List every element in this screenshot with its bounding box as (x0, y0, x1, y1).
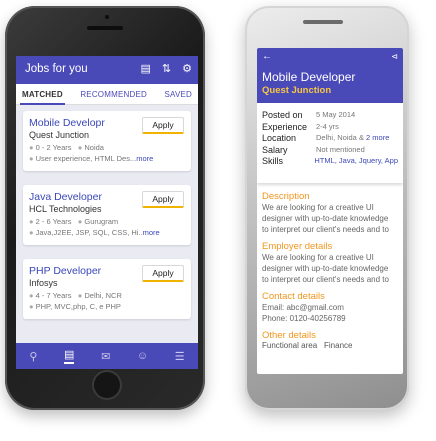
page-title: Jobs for you (25, 63, 88, 75)
iphone-device: Jobs for you ▤ ⇅ ⚙ MATCHED RECOMMENDED S… (5, 6, 205, 410)
contact-phone[interactable]: Phone: 0120-40256789 (262, 313, 398, 324)
info-value: Not mentioned (316, 144, 365, 154)
jobs-list-screen: Jobs for you ▤ ⇅ ⚙ MATCHED RECOMMENDED S… (16, 56, 198, 369)
android-device: ← ⊲ Mobile Developer Quest Junction Post… (245, 6, 409, 410)
job-list: Mobile Developr Quest Junction ● 0 - 2 Y… (16, 105, 198, 319)
job-summary: Posted on 5 May 2014 Experience 2-4 yrs … (257, 103, 403, 183)
home-button[interactable] (92, 370, 122, 400)
mail-icon[interactable]: ✉ (101, 350, 110, 363)
experience-icon: ● (29, 143, 34, 152)
description-line: to interpret our client's needs and to (262, 225, 389, 234)
bell-settings-icon[interactable]: ⚙ (182, 62, 192, 76)
info-row-posted: Posted on 5 May 2014 (262, 110, 398, 122)
company-name: Quest Junction (262, 85, 332, 96)
info-value: 2-4 yrs (316, 121, 339, 131)
info-value: Delhi, Noida & 2 more (316, 133, 389, 145)
info-key: Location (262, 133, 297, 143)
skills-links[interactable]: HTML, Java, Jquery, App (314, 156, 398, 165)
apply-button[interactable]: Apply (142, 265, 184, 282)
bottom-nav: ⚲ ▤ ✉ ☺ ☰ (16, 343, 198, 369)
job-meta: ● 2 - 6 Years ● Gurugram (29, 217, 185, 226)
job-location: Delhi, NCR (84, 291, 122, 300)
contact-email[interactable]: Email: abc@gmail.com (262, 302, 398, 313)
job-skills-row: ● PHP, MVC,php, C, e PHP (29, 302, 185, 311)
back-arrow-icon[interactable]: ← (262, 51, 272, 62)
job-card[interactable]: PHP Developer Infosys ● 4 - 7 Years ● De… (23, 259, 191, 319)
employer-title: Employer details (262, 241, 333, 252)
info-value: 5 May 2014 (316, 110, 356, 119)
functional-area-value: Finance (324, 341, 353, 350)
info-row-experience: Experience 2-4 yrs (262, 122, 398, 134)
job-experience: 0 - 2 Years (35, 143, 72, 152)
employer-line: to interpret our client's needs and to (262, 275, 389, 284)
location-icon: ● (77, 217, 83, 226)
info-key: Salary (262, 144, 288, 155)
other-title: Other details (262, 330, 316, 341)
job-title: Mobile Developer (262, 70, 356, 84)
job-location: Gurugram (84, 217, 119, 226)
contact-title: Contact details (262, 291, 325, 302)
detail-header: ← ⊲ Mobile Developer Quest Junction (257, 48, 403, 103)
earpiece-speaker (303, 20, 343, 24)
location-text: Delhi, Noida & (316, 133, 367, 142)
info-row-skills: Skills HTML, Java, Jquery, App (262, 156, 398, 168)
apply-button[interactable]: Apply (142, 117, 184, 134)
info-key: Skills (262, 156, 284, 166)
more-link[interactable]: more (143, 228, 160, 237)
skills-icon: ● (29, 302, 34, 311)
tab-bar: MATCHED RECOMMENDED SAVED (16, 84, 198, 105)
job-skills-row: ● Java,J2EE, JSP, SQL, CSS, Hi..more (29, 228, 185, 237)
tab-matched[interactable]: MATCHED (20, 90, 65, 105)
employer-line: designer with up-to-date knowledge (262, 264, 389, 273)
functional-area-row: Functional area Finance (262, 341, 398, 350)
info-value: HTML, Java, Jquery, App (314, 156, 398, 168)
job-detail-screen: ← ⊲ Mobile Developer Quest Junction Post… (257, 48, 403, 374)
earpiece-speaker (87, 26, 123, 30)
job-experience: 2 - 6 Years (35, 217, 72, 226)
front-camera (105, 15, 109, 19)
apply-button[interactable]: Apply (142, 191, 184, 208)
job-skills-row: ● User experience, HTML Des...more (29, 154, 185, 163)
clipboard-icon[interactable]: ▤ (141, 62, 151, 76)
description-line: We are looking for a creative UI (262, 203, 374, 212)
menu-icon[interactable]: ☰ (175, 350, 185, 363)
job-skills: User experience, HTML Des... (35, 154, 137, 163)
sort-icon[interactable]: ⇅ (162, 62, 171, 76)
more-link[interactable]: more (136, 154, 153, 163)
profile-icon[interactable]: ☺ (137, 350, 148, 362)
info-row-salary: Salary Not mentioned (262, 145, 398, 157)
job-card[interactable]: Java Developer HCL Technologies ● 2 - 6 … (23, 185, 191, 245)
skills-icon: ● (29, 228, 34, 237)
more-locations-link[interactable]: 2 more (366, 133, 389, 142)
job-meta: ● 4 - 7 Years ● Delhi, NCR (29, 291, 185, 300)
location-icon: ● (77, 143, 83, 152)
tab-saved[interactable]: SAVED (164, 90, 192, 99)
experience-icon: ● (29, 291, 34, 300)
job-location: Noida (84, 143, 104, 152)
job-meta: ● 0 - 2 Years ● Noida (29, 143, 185, 152)
job-card[interactable]: Mobile Developr Quest Junction ● 0 - 2 Y… (23, 111, 191, 171)
app-header: Jobs for you ▤ ⇅ ⚙ (16, 56, 198, 84)
location-icon: ● (77, 291, 83, 300)
share-icon[interactable]: ⊲ (391, 52, 398, 61)
tab-recommended[interactable]: RECOMMENDED (80, 90, 147, 99)
info-row-location: Location Delhi, Noida & 2 more (262, 133, 398, 145)
description-title: Description (262, 191, 310, 202)
detail-body: Description We are looking for a creativ… (257, 183, 403, 350)
job-experience: 4 - 7 Years (35, 291, 72, 300)
info-key: Experience (262, 121, 308, 132)
job-skills: Java,J2EE, JSP, SQL, CSS, Hi.. (35, 228, 143, 237)
functional-area-key: Functional area (262, 341, 318, 350)
info-key: Posted on (262, 110, 303, 120)
description-line: designer with up-to-date knowledge (262, 214, 389, 223)
search-icon[interactable]: ⚲ (29, 350, 37, 363)
job-skills: PHP, MVC,php, C, e PHP (35, 302, 121, 311)
employer-line: We are looking for a creative UI (262, 253, 374, 262)
experience-icon: ● (29, 217, 34, 226)
jobs-icon[interactable]: ▤ (64, 348, 75, 364)
skills-icon: ● (29, 154, 34, 163)
